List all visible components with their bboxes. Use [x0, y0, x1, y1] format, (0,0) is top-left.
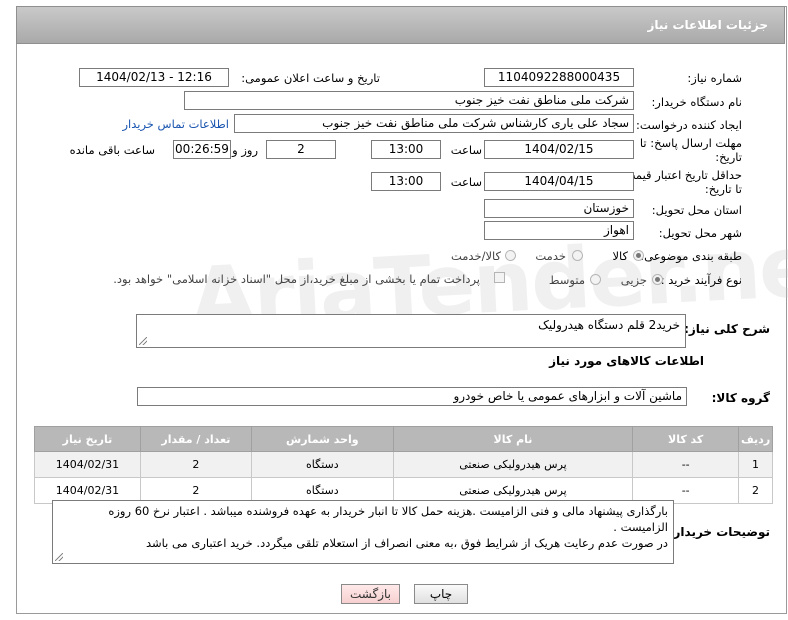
days-remaining-field[interactable]: 2 — [266, 140, 336, 159]
print-button[interactable]: چاپ — [414, 584, 468, 604]
cell-date: 1404/02/31 — [34, 451, 141, 478]
cell-row: 1 — [738, 451, 773, 478]
description-textarea[interactable]: خرید2 قلم دستگاه هیدرولیک — [136, 314, 686, 348]
category-radio-both[interactable] — [505, 250, 516, 261]
cell-unit: دستگاه — [250, 451, 394, 478]
deadline-label: مهلت ارسال پاسخ: تا — [639, 136, 742, 150]
treasury-payment-note: پرداخت تمام یا بخشی از مبلغ خرید،از محل … — [113, 272, 480, 286]
process-radio-minor[interactable] — [652, 274, 663, 285]
col-date: تاریخ نیاز — [34, 426, 141, 452]
buyer-org-label: نام دستگاه خریدار: — [651, 95, 742, 109]
buyer-notes-line-2: الزامیست . — [613, 520, 668, 534]
province-field[interactable]: خوزستان — [484, 199, 634, 218]
goods-group-label: گروه کالا: — [711, 391, 770, 405]
cell-row: 2 — [738, 477, 773, 504]
back-button[interactable]: بازگشت — [341, 584, 400, 604]
col-name: نام کالا — [392, 426, 634, 452]
resize-handle[interactable] — [55, 553, 63, 561]
city-field[interactable]: اهواز — [484, 221, 634, 240]
process-option-minor: جزیی — [620, 273, 647, 287]
province-label: استان محل تحویل: — [651, 203, 742, 217]
price-validity-time-label: ساعت — [450, 175, 482, 189]
goods-section-title: اطلاعات کالاهای مورد نیاز — [549, 354, 704, 368]
description-text: خرید2 قلم دستگاه هیدرولیک — [538, 318, 680, 332]
price-validity-label: حداقل تاریخ اعتبار قیمت: — [620, 168, 742, 182]
col-unit: واحد شمارش — [250, 426, 394, 452]
process-type-label: نوع فرآیند خرید : — [660, 273, 742, 287]
process-option-medium: متوسط — [548, 273, 585, 287]
process-radio-medium[interactable] — [590, 274, 601, 285]
announce-date-label: تاریخ و ساعت اعلان عمومی: — [241, 71, 380, 85]
buyer-notes-line-1: بارگذاری پیشنهاد مالی و فنی الزامیست .هز… — [108, 504, 668, 518]
description-label: شرح کلی نیاز: — [684, 322, 770, 336]
time-remaining-label: ساعت باقی مانده — [69, 143, 155, 157]
col-code: کد کالا — [632, 426, 740, 452]
treasury-payment-checkbox[interactable] — [494, 272, 505, 283]
deadline-time-label: ساعت — [450, 143, 482, 157]
cell-qty: 2 — [139, 451, 252, 478]
category-option-both: کالا/خدمت — [450, 249, 501, 263]
goods-table-header: ردیف کد کالا نام کالا واحد شمارش تعداد /… — [34, 426, 773, 452]
page-header: جزئیات اطلاعات نیاز — [16, 6, 785, 44]
category-option-goods: کالا — [612, 249, 628, 263]
contact-info-link[interactable]: اطلاعات تماس خریدار — [122, 117, 229, 131]
requester-field[interactable]: سجاد علی یاری کارشناس شرکت ملی مناطق نفت… — [234, 114, 634, 133]
resize-handle[interactable] — [139, 337, 147, 345]
category-radio-service[interactable] — [572, 250, 583, 261]
col-qty: تعداد / مقدار — [139, 426, 252, 452]
page-title: جزئیات اطلاعات نیاز — [647, 18, 768, 32]
announce-date-field[interactable]: 1404/02/13 - 12:16 — [79, 68, 229, 87]
col-row: ردیف — [738, 426, 773, 452]
deadline-date-field[interactable]: 1404/02/15 — [484, 140, 634, 159]
days-label: روز و — [232, 143, 258, 157]
need-number-label: شماره نیاز: — [687, 71, 742, 85]
table-row: 1 -- پرس هیدرولیکی صنعتی دستگاه 2 1404/0… — [34, 451, 773, 478]
buyer-notes-line-3: در صورت عدم رعایت هریک از شرایط فوق ،به … — [145, 536, 668, 550]
cell-code: -- — [632, 451, 740, 478]
buyer-org-field[interactable]: شرکت ملی مناطق نفت خیز جنوب — [184, 91, 634, 110]
category-option-service: خدمت — [535, 249, 566, 263]
city-label: شهر محل تحویل: — [658, 226, 742, 240]
price-validity-label-date: تا تاریخ: — [704, 182, 742, 196]
category-label: طبقه بندی موضوعی: — [640, 249, 742, 263]
price-validity-time-field[interactable]: 13:00 — [371, 172, 441, 191]
cell-name: پرس هیدرولیکی صنعتی — [392, 451, 634, 478]
buyer-notes-label: توضیحات خریدار: — [668, 525, 770, 539]
price-validity-date-field[interactable]: 1404/04/15 — [484, 172, 634, 191]
deadline-time-field[interactable]: 13:00 — [371, 140, 441, 159]
category-radio-goods[interactable] — [633, 250, 644, 261]
buyer-notes-textarea[interactable]: بارگذاری پیشنهاد مالی و فنی الزامیست .هز… — [52, 500, 674, 564]
need-number-field[interactable]: 1104092288000435 — [484, 68, 634, 87]
requester-label: ایجاد کننده درخواست: — [636, 118, 742, 132]
goods-group-field[interactable]: ماشین آلات و ابزارهای عمومی یا خاص خودرو — [137, 387, 687, 406]
goods-table: ردیف کد کالا نام کالا واحد شمارش تعداد /… — [34, 426, 773, 504]
time-remaining-field[interactable]: 00:26:59 — [173, 140, 231, 159]
deadline-label-date: تاریخ: — [715, 150, 742, 164]
